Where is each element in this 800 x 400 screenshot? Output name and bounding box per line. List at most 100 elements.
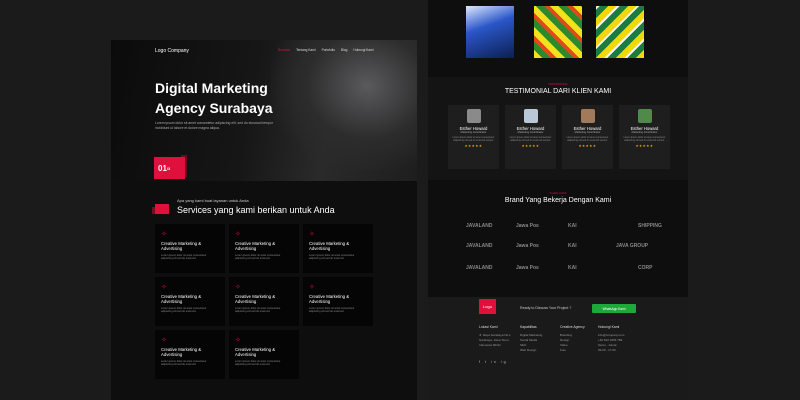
service-desc: Lorem ipsum dolor sit amet consectetur a… [235, 254, 281, 261]
service-title: Creative Marketing & Advertising [235, 294, 276, 304]
brand-logo: CORP [638, 265, 653, 271]
testimonial-card[interactable]: Esther Howard Marketing Coordinator Lore… [562, 105, 613, 169]
section-accent-mark [155, 204, 169, 214]
service-title: Creative Marketing & Advertising [309, 294, 350, 304]
brand-logo: Jawa Pos [516, 265, 539, 271]
testimonial-card[interactable]: Esther Howard Marketing Coordinator Lore… [448, 105, 499, 169]
brand-logo: JAVALAND [466, 243, 493, 249]
lightbulb-icon: ✧ [309, 231, 315, 238]
hero-description: Lorem ipsum dolor sit amet consectetur a… [155, 121, 273, 130]
avatar [466, 109, 481, 123]
service-title: Creative Marketing & Advertising [161, 294, 202, 304]
services-title: Services yang kami berikan untuk Anda [177, 205, 335, 215]
nav-item-home[interactable]: Beranda [278, 48, 290, 52]
brand-logo: Jawa Pos [516, 223, 539, 229]
footer-col-capability: Kapabilitas Digital Marketing Social Med… [520, 325, 542, 353]
star-rating-icon: ★★★★★ [521, 144, 540, 148]
lightbulb-icon: ✧ [235, 231, 241, 238]
testimonial-text: Lorem ipsum dolor sit amet consectetur a… [452, 136, 495, 142]
testimonial-title: TESTIMONIAL DARI KLIEN KAMI [504, 88, 612, 95]
service-title: Creative Marketing & Advertising [161, 347, 202, 357]
service-desc: Lorem ipsum dolor sit amet consectetur a… [235, 307, 281, 314]
nav-item-blog[interactable]: Blog [341, 48, 347, 52]
lightbulb-icon: ✧ [235, 337, 241, 344]
lightbulb-icon: ✧ [309, 284, 315, 291]
testimonial-eyebrow: TESTIMONIAL [547, 82, 568, 86]
landing-page-preview: Logo Company Beranda Tentang Kami Portof… [111, 40, 417, 400]
logo[interactable]: Logo Company [155, 48, 189, 54]
footer-heading: Creative Agency [560, 325, 585, 329]
testimonial-section: TESTIMONIAL TESTIMONIAL DARI KLIEN KAMI … [428, 77, 688, 180]
services-grid: ✧ Creative Marketing & Advertising Lorem i… [155, 224, 373, 379]
testimonial-card[interactable]: Esther Howard Marketing Coordinator Lore… [505, 105, 556, 169]
footer-line: 09.00 - 17.00 [598, 348, 616, 352]
service-title: Creative Marketing & Advertising [309, 241, 350, 251]
footer-logo[interactable]: Logo [479, 299, 496, 314]
service-card[interactable]: ✧ Creative Marketing & Advertising Lorem i… [303, 277, 373, 326]
star-rating-icon: ★★★★★ [464, 144, 483, 148]
brand-logo: JAVALAND [466, 265, 493, 271]
service-card[interactable]: ✧ Creative Marketing & Advertising Lorem i… [229, 330, 299, 379]
nav-item-about[interactable]: Tentang Kami [296, 48, 316, 52]
portfolio-image[interactable] [466, 6, 514, 58]
footer-col-location: Lokasi Kami Jl. Raya Surabaya No.1 Surab… [479, 325, 511, 348]
testimonial-card[interactable]: Esther Howard Marketing Coordinator Lore… [619, 105, 670, 169]
service-desc: Lorem ipsum dolor sit amet consectetur a… [161, 307, 207, 314]
nav-item-portfolio[interactable]: Portofolio [322, 48, 335, 52]
service-card[interactable]: ✧ Creative Marketing & Advertising Lorem i… [155, 224, 225, 273]
brands-eyebrow: KLIEN KAMI [549, 191, 567, 195]
brand-logo: SHIPPING [638, 223, 662, 229]
service-desc: Lorem ipsum dolor sit amet consectetur a… [161, 254, 207, 261]
service-card[interactable]: ✧ Creative Marketing & Advertising Lorem i… [155, 330, 225, 379]
service-card[interactable]: ✧ Creative Marketing & Advertising Lorem i… [303, 224, 373, 273]
lightbulb-icon: ✧ [161, 284, 167, 291]
brand-logo: JAVALAND [466, 223, 493, 229]
hero-title-line1: Digital Marketing [155, 80, 268, 96]
brand-logo: JAVA GROUP [616, 243, 649, 249]
footer-heading: Hubungi Kami [598, 325, 620, 329]
landing-page-preview-2: TESTIMONIAL TESTIMONIAL DARI KLIEN KAMI … [428, 0, 688, 400]
service-card[interactable]: ✧ Creative Marketing & Advertising Lorem i… [229, 224, 299, 273]
star-rating-icon: ★★★★★ [578, 144, 597, 148]
service-desc: Lorem ipsum dolor sit amet consectetur a… [309, 307, 355, 314]
footer-heading: Lokasi Kami [479, 325, 498, 329]
footer-line: Indonesia 60111 [479, 343, 501, 347]
testimonial-text: Lorem ipsum dolor sit amet consectetur a… [623, 136, 666, 142]
hero-title: Digital Marketing Agency Surabaya [155, 78, 315, 118]
footer-cta-text: Ready to Discuss Your Project ? [520, 306, 572, 310]
footer-col-agency: Creative Agency Branding Design Video Fo… [560, 325, 585, 353]
avatar [523, 109, 538, 123]
portfolio-image[interactable] [534, 6, 582, 58]
brand-logo: KAI [568, 223, 577, 229]
portfolio-strip [428, 0, 688, 72]
footer-link[interactable]: Foto [560, 348, 585, 353]
social-icons[interactable]: f t in ig [479, 360, 508, 364]
whatsapp-button[interactable]: WhatsApp Kami [592, 304, 636, 313]
service-title: Creative Marketing & Advertising [235, 347, 276, 357]
brands-title: Brand Yang Bekerja Dengan Kami [504, 197, 612, 204]
service-desc: Lorem ipsum dolor sit amet consectetur a… [309, 254, 355, 261]
footer-heading: Kapabilitas [520, 325, 537, 329]
brand-logo: KAI [568, 265, 577, 271]
service-desc: Lorem ipsum dolor sit amet consectetur a… [161, 360, 207, 367]
footer-link[interactable]: Web Design [520, 348, 542, 353]
brand-logo: KAI [568, 243, 577, 249]
nav-item-contact[interactable]: Hubungi Kami [353, 48, 373, 52]
testimonial-text: Lorem ipsum dolor sit amet consectetur a… [509, 136, 552, 142]
service-card[interactable]: ✧ Creative Marketing & Advertising Lorem i… [229, 277, 299, 326]
hero-title-line2: Agency Surabaya [155, 100, 273, 116]
portfolio-image[interactable] [596, 6, 644, 58]
counter-total: /3 [166, 165, 171, 171]
footer-col-contact: Hubungi Kami info@company.com +62 812 34… [598, 325, 624, 353]
services-eyebrow: Apa yang kami buat layanan untuk Anda [177, 198, 249, 203]
testimonial-text: Lorem ipsum dolor sit amet consectetur a… [566, 136, 609, 142]
footer: Logo Ready to Discuss Your Project ? Wha… [428, 297, 688, 400]
main-nav: Beranda Tentang Kami Portofolio Blog Hub… [278, 48, 373, 52]
star-rating-icon: ★★★★★ [635, 144, 654, 148]
service-card[interactable]: ✧ Creative Marketing & Advertising Lorem i… [155, 277, 225, 326]
service-title: Creative Marketing & Advertising [235, 241, 276, 251]
counter-number: 01 [158, 163, 167, 173]
brand-logo: Jawa Pos [516, 243, 539, 249]
slide-counter[interactable]: 01/3 [154, 157, 185, 179]
brands-section: KLIEN KAMI Brand Yang Bekerja Dengan Kam… [428, 185, 688, 297]
